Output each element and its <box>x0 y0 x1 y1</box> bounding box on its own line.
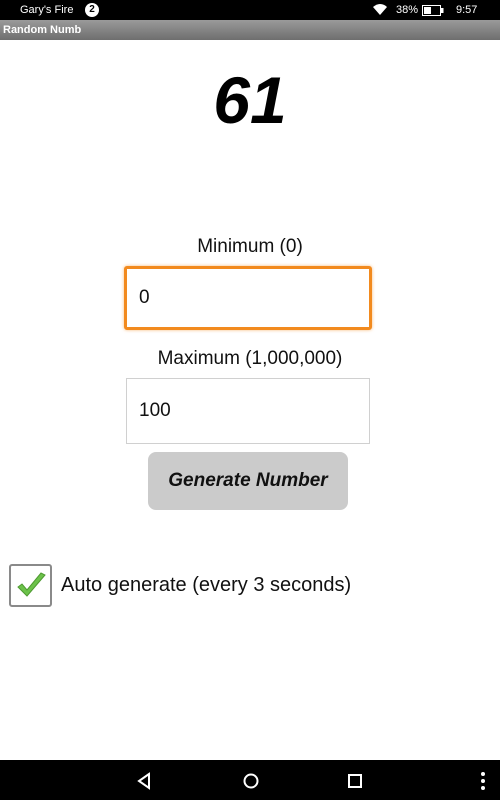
wifi-icon <box>372 3 388 19</box>
app-title-bar: Random Numb <box>0 20 500 40</box>
back-icon[interactable] <box>134 770 156 792</box>
minimum-input[interactable] <box>124 266 372 330</box>
status-clock: 9:57 <box>456 4 478 16</box>
maximum-label: Maximum (1,000,000) <box>157 348 343 369</box>
auto-generate-checkbox[interactable] <box>9 564 52 607</box>
notification-badge: 2 <box>85 3 99 17</box>
checkmark-icon <box>17 572 46 597</box>
device-name: Gary's Fire <box>20 4 74 16</box>
recents-icon[interactable] <box>344 770 366 792</box>
status-bar: Gary's Fire 2 38% 9:57 <box>0 0 500 20</box>
minimum-label: Minimum (0) <box>197 236 303 257</box>
battery-icon <box>422 5 444 19</box>
auto-generate-label: Auto generate (every 3 seconds) <box>61 574 352 596</box>
result-number: 61 <box>213 63 287 137</box>
navigation-bar <box>0 760 500 800</box>
app-title: Random Numb <box>3 24 82 36</box>
maximum-input[interactable] <box>126 378 370 444</box>
battery-percentage: 38% <box>396 4 419 16</box>
generate-number-button[interactable]: Generate Number <box>148 452 348 510</box>
overflow-menu-icon[interactable] <box>472 770 494 792</box>
home-icon[interactable] <box>240 770 262 792</box>
